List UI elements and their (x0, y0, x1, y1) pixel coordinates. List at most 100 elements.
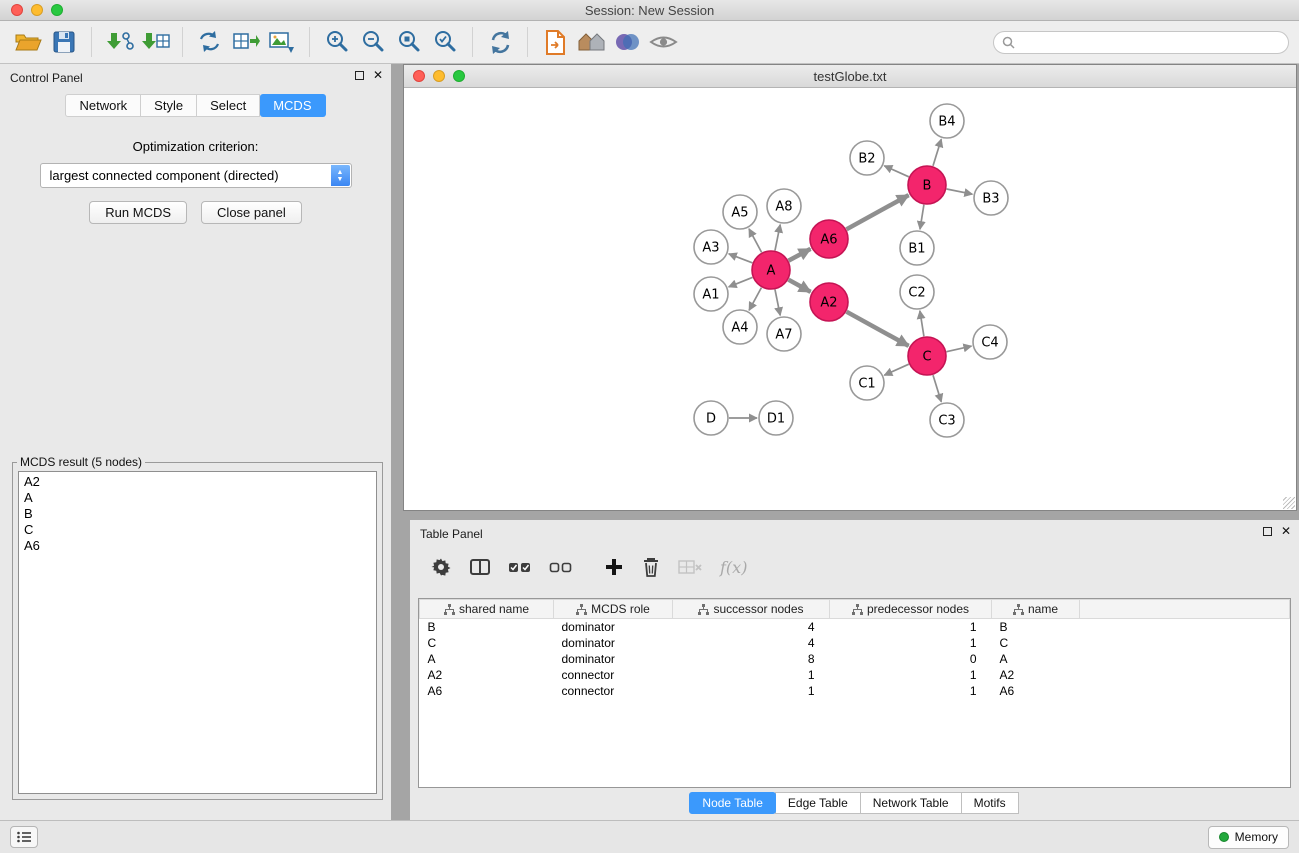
tab-select[interactable]: Select (197, 94, 260, 117)
node-B4[interactable]: B4 (930, 104, 964, 138)
edge-A-A8[interactable] (775, 225, 780, 251)
float-panel-icon[interactable] (355, 71, 364, 80)
mcds-result-item[interactable]: B (24, 506, 371, 522)
save-session-button[interactable] (46, 24, 82, 60)
table-row[interactable]: A6connector11A6 (420, 683, 1290, 699)
edge-A-A5[interactable] (749, 229, 762, 253)
table-cell[interactable]: A6 (992, 683, 1080, 699)
table-cell[interactable]: dominator (554, 619, 673, 635)
import-table-button[interactable] (137, 24, 173, 60)
close-panel-button[interactable]: Close panel (201, 201, 302, 224)
node-A[interactable]: A (752, 251, 790, 289)
node-C3[interactable]: C3 (930, 403, 964, 437)
zoom-in-button[interactable] (319, 24, 355, 60)
node-C4[interactable]: C4 (973, 325, 1007, 359)
tab-network-table[interactable]: Network Table (860, 792, 962, 814)
node-B2[interactable]: B2 (850, 141, 884, 175)
node-B3[interactable]: B3 (974, 181, 1008, 215)
network-canvas[interactable]: B4B2BB3A5A8A6A3B1AC2A1A2A4A7C4CC1C3DD1 (404, 88, 1296, 510)
edge-A-A6[interactable] (789, 249, 811, 261)
node-A3[interactable]: A3 (694, 230, 728, 264)
tab-style[interactable]: Style (141, 94, 197, 117)
function-builder-button[interactable]: f(x) (720, 558, 747, 577)
mcds-result-item[interactable]: A6 (24, 538, 371, 554)
table-row[interactable]: A2connector11A2 (420, 667, 1290, 683)
memory-button[interactable]: Memory (1208, 826, 1289, 849)
table-cell[interactable]: 1 (830, 635, 992, 651)
task-history-button[interactable] (10, 826, 38, 848)
node-A1[interactable]: A1 (694, 277, 728, 311)
import-network-button[interactable] (101, 24, 137, 60)
mcds-result-list[interactable]: A2ABCA6 (18, 471, 377, 794)
table-cell[interactable]: 1 (830, 667, 992, 683)
node-A8[interactable]: A8 (767, 189, 801, 223)
node-D1[interactable]: D1 (759, 401, 793, 435)
node-B1[interactable]: B1 (900, 231, 934, 265)
column-header-predecessor-nodes[interactable]: predecessor nodes (830, 600, 992, 619)
select-all-button[interactable] (508, 559, 532, 576)
table-cell[interactable]: A2 (992, 667, 1080, 683)
tab-node-table[interactable]: Node Table (689, 792, 776, 814)
table-cell[interactable]: B (420, 619, 554, 635)
edge-B-B4[interactable] (933, 139, 941, 166)
table-cell[interactable]: C (992, 635, 1080, 651)
table-row[interactable]: Bdominator41B (420, 619, 1290, 635)
table-cell[interactable]: B (992, 619, 1080, 635)
tab-mcds[interactable]: MCDS (260, 94, 325, 117)
add-column-button[interactable] (604, 557, 624, 577)
float-table-panel-icon[interactable] (1263, 527, 1272, 536)
edge-A-A7[interactable] (775, 290, 780, 316)
node-B[interactable]: B (908, 166, 946, 204)
table-cell[interactable]: connector (554, 667, 673, 683)
edge-B-B3[interactable] (947, 189, 973, 194)
column-header-shared-name[interactable]: shared name (420, 600, 554, 619)
edge-A-A1[interactable] (729, 277, 753, 287)
export-network-button[interactable] (192, 24, 228, 60)
column-header-successor-nodes[interactable]: successor nodes (673, 600, 830, 619)
edge-C-C1[interactable] (884, 364, 909, 375)
table-cell[interactable]: 4 (673, 635, 830, 651)
table-cell[interactable]: C (420, 635, 554, 651)
node-A5[interactable]: A5 (723, 195, 757, 229)
table-settings-button[interactable] (430, 556, 452, 578)
table-cell[interactable]: A (992, 651, 1080, 667)
node-A7[interactable]: A7 (767, 317, 801, 351)
edge-A-A4[interactable] (749, 288, 761, 311)
edge-A-A3[interactable] (729, 254, 753, 263)
table-cell[interactable]: 1 (673, 667, 830, 683)
edge-C-C3[interactable] (933, 375, 941, 402)
node-A2[interactable]: A2 (810, 283, 848, 321)
table-cell[interactable]: 4 (673, 619, 830, 635)
edge-C-C2[interactable] (920, 311, 924, 336)
open-document-button[interactable] (537, 24, 573, 60)
mcds-result-item[interactable]: A (24, 490, 371, 506)
node-A4[interactable]: A4 (723, 310, 757, 344)
table-cell[interactable]: A6 (420, 683, 554, 699)
window-resize-grip[interactable] (1283, 497, 1295, 509)
node-C2[interactable]: C2 (900, 275, 934, 309)
apply-layout-button[interactable] (482, 24, 518, 60)
zoom-out-button[interactable] (355, 24, 391, 60)
node-C1[interactable]: C1 (850, 366, 884, 400)
tab-edge-table[interactable]: Edge Table (775, 792, 861, 814)
table-cell[interactable]: dominator (554, 635, 673, 651)
delete-table-button[interactable] (678, 558, 703, 576)
close-panel-icon[interactable]: ✕ (373, 70, 383, 81)
table-cell[interactable]: dominator (554, 651, 673, 667)
table-cell[interactable]: 1 (830, 619, 992, 635)
table-cell[interactable]: connector (554, 683, 673, 699)
table-cell[interactable]: 0 (830, 651, 992, 667)
delete-column-button[interactable] (641, 556, 661, 578)
edge-C-C4[interactable] (947, 346, 972, 352)
column-header-MCDS-role[interactable]: MCDS role (554, 600, 673, 619)
table-row[interactable]: Cdominator41C (420, 635, 1290, 651)
tab-motifs[interactable]: Motifs (961, 792, 1019, 814)
open-session-button[interactable] (10, 24, 46, 60)
graphics-details-button[interactable] (645, 24, 681, 60)
network-graph[interactable]: B4B2BB3A5A8A6A3B1AC2A1A2A4A7C4CC1C3DD1 (404, 88, 1296, 510)
mcds-result-item[interactable]: C (24, 522, 371, 538)
tab-network[interactable]: Network (65, 94, 141, 117)
mcds-result-item[interactable]: A2 (24, 474, 371, 490)
zoom-selected-button[interactable] (427, 24, 463, 60)
column-header-name[interactable]: name (992, 600, 1080, 619)
